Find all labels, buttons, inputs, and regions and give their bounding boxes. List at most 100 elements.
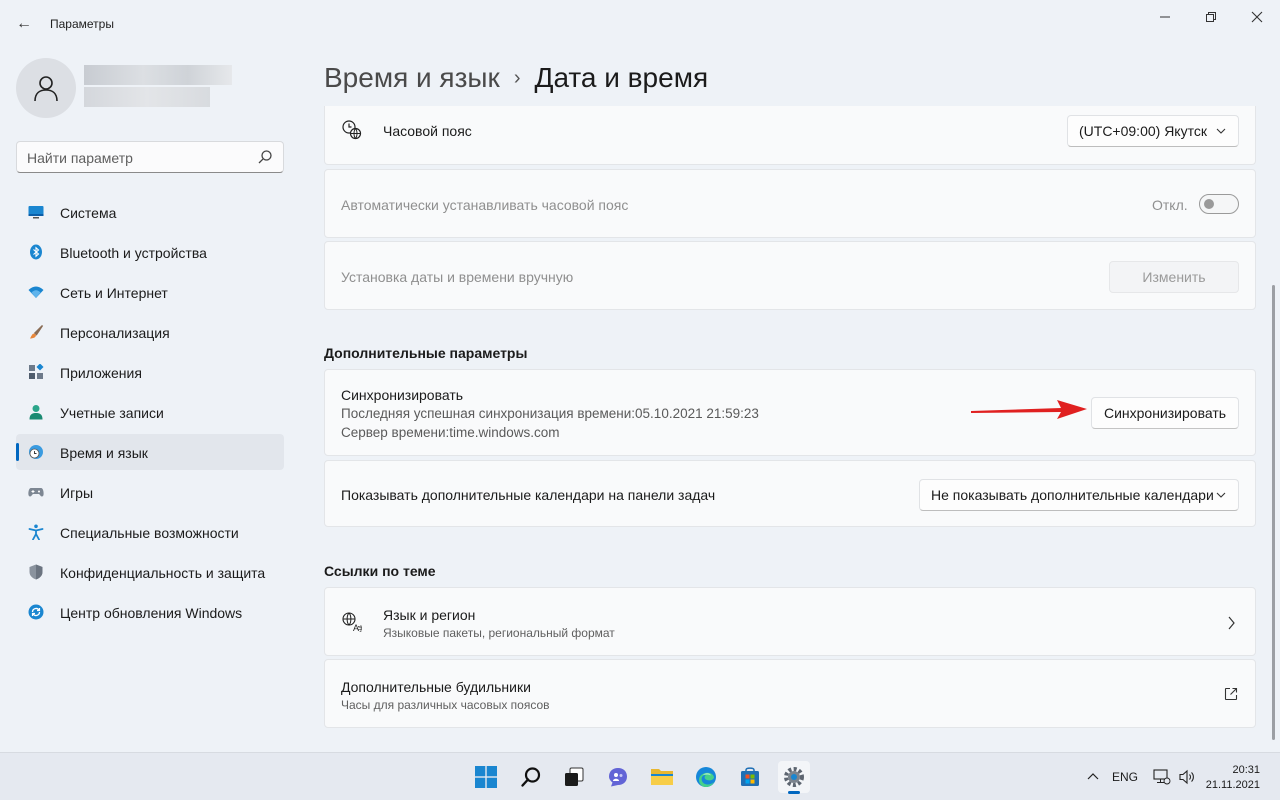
timezone-icon [342,120,362,140]
sidebar-item-apps[interactable]: Приложения [16,354,284,390]
microsoft-store-button[interactable] [734,761,766,793]
sidebar-item-gaming[interactable]: Игры [16,474,284,510]
sidebar-item-privacy[interactable]: Конфиденциальность и защита [16,554,284,590]
accessibility-icon [28,524,44,540]
store-icon [741,767,759,786]
red-arrow-annotation [971,400,1087,419]
search-icon[interactable] [257,149,273,165]
title-bar: ← Параметры [0,0,1280,48]
start-button[interactable] [470,761,502,793]
timezone-dropdown[interactable]: (UTC+09:00) Якутск [1067,115,1239,147]
sidebar-item-label: Конфиденциальность и защита [60,565,266,581]
network-icon [1153,769,1171,785]
change-button[interactable]: Изменить [1109,261,1239,293]
timezone-card: Часовой пояс (UTC+09:00) Якутск [324,106,1256,165]
minimize-button[interactable] [1142,0,1188,34]
edge-browser-icon [696,767,716,787]
breadcrumb: Время и язык › Дата и время [324,58,708,98]
sidebar-item-personalization[interactable]: Персонализация [16,314,284,350]
calendars-card: Показывать дополнительные календари на п… [324,460,1256,527]
time-server-text: Сервер времени:time.windows.com [341,425,560,440]
sidebar-item-label: Игры [60,485,94,501]
sidebar-item-accounts[interactable]: Учетные записи [16,394,284,430]
section-title-additional: Дополнительные параметры [324,345,528,361]
task-view-icon [565,767,584,786]
sidebar-item-label: Система [60,205,117,221]
back-button[interactable]: ← [10,10,38,38]
folder-icon [651,769,673,785]
user-name-blurred [84,65,232,85]
timezone-value: (UTC+09:00) Якутск [1079,123,1207,139]
user-email-blurred [84,87,210,107]
search-box[interactable] [16,141,284,173]
sync-card: Синхронизировать Последняя успешная синх… [324,369,1256,456]
language-icon: A字 [342,612,362,632]
search-input[interactable] [27,148,247,168]
taskbar-clock[interactable]: 20:31 21.11.2021 [1206,763,1260,793]
sidebar-item-label: Время и язык [60,445,148,461]
manual-datetime-label: Установка даты и времени вручную [341,269,574,285]
brush-icon [30,324,44,339]
show-hidden-icons-button[interactable] [1083,753,1103,800]
scrollbar-thumb[interactable] [1272,285,1275,740]
clock-date: 21.11.2021 [1205,779,1260,791]
gear-icon [784,767,804,787]
calendars-label: Показывать дополнительные календари на п… [341,487,716,503]
sidebar-item-network[interactable]: Сеть и Интернет [16,274,284,310]
taskbar-search-button[interactable] [515,761,547,793]
network-status[interactable] [1152,753,1172,800]
apps-icon [29,364,44,379]
user-icon [34,76,58,102]
additional-clocks-subtitle: Часы для различных часовых поясов [341,698,550,712]
calendars-value: Не показывать дополнительные календари [931,487,1214,503]
chevron-right-icon [1228,616,1235,630]
input-language-indicator[interactable]: ENG [1112,770,1138,786]
sidebar-item-label: Bluetooth и устройства [60,245,207,261]
sidebar-item-label: Учетные записи [60,405,164,421]
minimize-icon [1160,16,1170,18]
clock-globe-icon [29,445,43,459]
avatar[interactable] [16,58,76,118]
task-view-button[interactable] [558,761,590,793]
timezone-label: Часовой пояс [383,123,472,139]
file-explorer-button[interactable] [646,761,678,793]
edge-button[interactable] [690,761,722,793]
sidebar-item-windows-update[interactable]: Центр обновления Windows [16,594,284,630]
chat-button[interactable] [602,761,634,793]
clock-time: 20:31 [1232,764,1260,776]
teams-chat-icon [609,768,627,787]
auto-timezone-toggle[interactable] [1199,194,1239,214]
wifi-icon [28,286,44,298]
sync-now-button[interactable]: Синхронизировать [1091,397,1239,429]
calendars-dropdown[interactable]: Не показывать дополнительные календари [919,479,1239,511]
auto-timezone-state: Откл. [1152,197,1188,213]
nav-list: Система Bluetooth и устройства Сеть и Ин… [16,194,284,634]
maximize-button[interactable] [1188,0,1234,34]
volume-control[interactable] [1178,753,1196,800]
sidebar-item-accessibility[interactable]: Специальные возможности [16,514,284,550]
manual-datetime-card: Установка даты и времени вручную Изменит… [324,241,1256,310]
shield-icon [29,564,43,580]
search-icon [521,767,541,787]
sidebar-item-label: Приложения [60,365,142,381]
language-region-title: Язык и регион [383,607,476,623]
account-icon [29,405,43,420]
sidebar-item-label: Специальные возможности [60,525,239,541]
speaker-icon [1179,769,1194,785]
sidebar-item-time-language[interactable]: Время и язык [16,434,284,470]
additional-clocks-link[interactable]: Дополнительные будильники Часы для разли… [324,659,1256,728]
sidebar-item-system[interactable]: Система [16,194,284,230]
breadcrumb-parent[interactable]: Время и язык [324,62,500,94]
close-button[interactable] [1234,0,1280,34]
gamepad-icon [28,488,44,497]
additional-clocks-title: Дополнительные будильники [341,679,531,695]
page-title: Дата и время [534,62,709,93]
sidebar: Система Bluetooth и устройства Сеть и Ин… [0,48,300,752]
sidebar-item-bluetooth[interactable]: Bluetooth и устройства [16,234,284,270]
close-icon [1251,11,1263,23]
last-sync-text: Последняя успешная синхронизация времени… [341,406,759,421]
bluetooth-icon [30,244,42,260]
sidebar-item-label: Сеть и Интернет [60,285,168,301]
language-region-link[interactable]: A字 Язык и регион Языковые пакеты, регион… [324,587,1256,656]
settings-taskbar-button[interactable] [778,761,810,794]
